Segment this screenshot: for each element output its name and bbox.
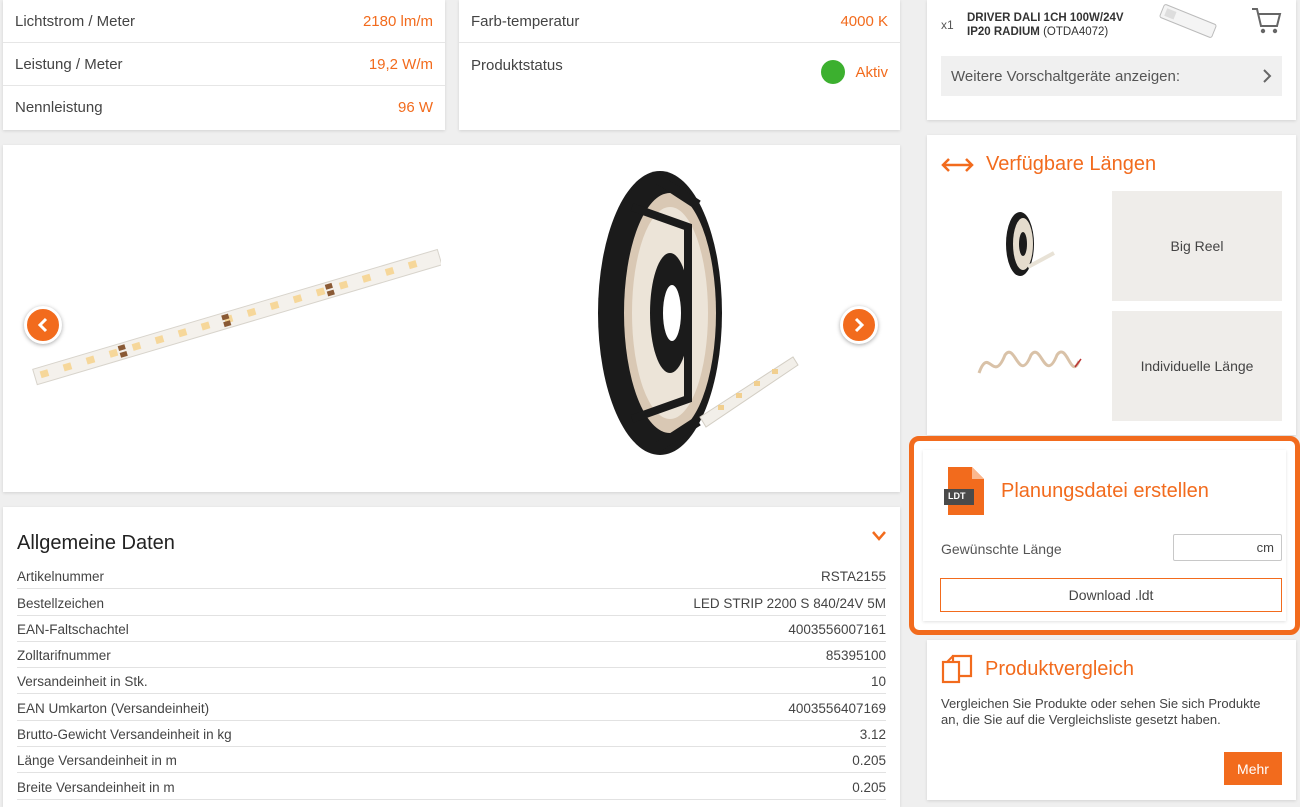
driver-qty: x1 bbox=[941, 18, 954, 32]
table-row: Versandeinheit in Stk. 10 bbox=[17, 668, 886, 695]
spec-value: 19,2 W/m bbox=[368, 55, 433, 73]
planning-file-highlight: LDT Planungsdatei erstellen Gewünschte L… bbox=[909, 436, 1300, 635]
row-value: 3.12 bbox=[859, 727, 886, 743]
spec-row-product-status: Produktstatus Aktiv bbox=[459, 43, 900, 95]
product-compare-text: Vergleichen Sie Produkte oder sehen Sie … bbox=[941, 696, 1261, 727]
ldt-file-badge: LDT bbox=[948, 491, 966, 501]
row-value: 0.205 bbox=[852, 753, 886, 769]
spec-row-luminous-flux: Lichtstrom / Meter 2180 lm/m bbox=[3, 0, 445, 43]
gallery-next-button[interactable] bbox=[840, 306, 878, 344]
row-value: 4003556407169 bbox=[788, 700, 886, 716]
status-value: Aktiv bbox=[855, 63, 888, 81]
row-label: Bestellzeichen bbox=[17, 595, 105, 611]
planning-file-card: LDT Planungsdatei erstellen Gewünschte L… bbox=[923, 450, 1286, 621]
chevron-down-icon bbox=[872, 531, 886, 541]
chevron-left-icon bbox=[37, 317, 48, 333]
row-value: 0.205 bbox=[852, 779, 886, 795]
row-label: Länge Versandeinheit in m bbox=[17, 753, 177, 769]
general-data-title: Allgemeine Daten bbox=[17, 532, 175, 554]
driver-item[interactable]: x1 DRIVER DALI 1CH 100W/24V IP20 RADIUM … bbox=[941, 4, 1282, 42]
available-lengths-header: Verfügbare Längen bbox=[941, 153, 1156, 176]
spec-value: 96 W bbox=[397, 99, 433, 116]
row-value: 10 bbox=[870, 674, 886, 690]
row-label: Breite Versandeinheit in m bbox=[17, 779, 175, 795]
chevron-right-icon bbox=[854, 317, 865, 333]
driver-code: (OTDA4072) bbox=[1043, 26, 1109, 38]
row-label: EAN Umkarton (Versandeinheit) bbox=[17, 700, 210, 716]
desired-length-input[interactable]: cm bbox=[1173, 534, 1282, 561]
table-row: Bestellzeichen LED STRIP 2200 S 840/24V 5… bbox=[17, 589, 886, 616]
spec-label: Produktstatus bbox=[471, 57, 563, 74]
spec-label: Leistung / Meter bbox=[15, 55, 123, 73]
spec-label: Farb-temperatur bbox=[471, 12, 580, 30]
spec-row-nominal-power: Nennleistung 96 W bbox=[3, 86, 445, 129]
spec-value: 2180 lm/m bbox=[362, 12, 433, 30]
led-reel-image bbox=[598, 171, 799, 455]
spec-value: 4000 K bbox=[840, 12, 888, 30]
driver-name-line2: IP20 RADIUM bbox=[967, 26, 1040, 38]
table-row: Zolltarifnummer 85395100 bbox=[17, 642, 886, 669]
table-row: Länge Versandeinheit in m 0.205 bbox=[17, 747, 886, 774]
compare-more-button[interactable]: Mehr bbox=[1224, 752, 1282, 785]
download-ldt-button[interactable]: Download .ldt bbox=[940, 578, 1282, 612]
available-lengths-title: Verfügbare Längen bbox=[986, 153, 1157, 175]
row-label: Versandeinheit in Stk. bbox=[17, 674, 148, 690]
spec-card-left: Lichtstrom / Meter 2180 lm/m Leistung / … bbox=[3, 0, 445, 130]
collapse-toggle[interactable] bbox=[872, 529, 886, 547]
row-value: RSTA2155 bbox=[820, 569, 886, 585]
spec-row-power-per-meter: Leistung / Meter 19,2 W/m bbox=[3, 43, 445, 86]
row-label: Brutto-Gewicht Versandeinheit in kg bbox=[17, 727, 232, 743]
general-data-table: Artikelnummer RSTA2155 Bestellzeichen LED … bbox=[17, 563, 886, 800]
table-row: Artikelnummer RSTA2155 bbox=[17, 563, 886, 590]
desired-length-label: Gewünschte Länge bbox=[941, 541, 1062, 557]
length-option-big-reel[interactable]: Big Reel bbox=[1112, 191, 1282, 301]
general-data-section: Allgemeine Daten Artikelnummer RSTA2155 B… bbox=[3, 507, 900, 807]
spec-card-right: Farb-temperatur 4000 K Produktstatus Akt… bbox=[459, 0, 900, 130]
table-row: Brutto-Gewicht Versandeinheit in kg 3.12 bbox=[17, 721, 886, 748]
driver-product-image bbox=[1159, 4, 1217, 38]
table-row: EAN Umkarton (Versandeinheit) 40035564071… bbox=[17, 694, 886, 721]
length-unit: cm bbox=[1256, 540, 1274, 555]
driver-name: DRIVER DALI 1CH 100W/24V IP20 RADIUM (OT… bbox=[967, 11, 1124, 39]
individual-length-thumbnail[interactable] bbox=[975, 345, 1085, 385]
chevron-right-icon bbox=[1263, 69, 1272, 83]
driver-name-line1: DRIVER DALI 1CH 100W/24V bbox=[967, 12, 1124, 24]
led-strip-image bbox=[32, 248, 441, 386]
product-gallery bbox=[3, 145, 900, 492]
row-value: LED STRIP 2200 S 840/24V 5M bbox=[693, 595, 886, 611]
length-option-individual[interactable]: Individuelle Länge bbox=[1112, 311, 1282, 421]
row-value: 4003556007161 bbox=[788, 621, 886, 637]
row-value: 85395100 bbox=[825, 648, 886, 664]
spec-label: Nennleistung bbox=[15, 99, 103, 116]
double-arrow-icon bbox=[941, 157, 974, 172]
row-label: EAN-Faltschachtel bbox=[17, 621, 129, 637]
more-drivers-label: Weitere Vorschaltgeräte anzeigen: bbox=[951, 67, 1181, 85]
product-compare-card: Produktvergleich Vergleichen Sie Produkt… bbox=[927, 640, 1296, 800]
gallery-prev-button[interactable] bbox=[24, 306, 62, 344]
row-label: Zolltarifnummer bbox=[17, 648, 111, 664]
planning-file-title: Planungsdatei erstellen bbox=[1001, 480, 1209, 502]
big-reel-thumbnail[interactable] bbox=[1002, 209, 1058, 279]
available-lengths-card: Verfügbare Längen Big Reel Individuelle … bbox=[927, 135, 1296, 435]
table-row: EAN-Faltschachtel 4003556007161 bbox=[17, 616, 886, 642]
row-label: Artikelnummer bbox=[17, 569, 105, 585]
ldt-file-icon: LDT bbox=[944, 467, 986, 515]
compare-icon bbox=[941, 654, 973, 684]
status-active-dot-icon bbox=[821, 60, 846, 84]
spec-label: Lichtstrom / Meter bbox=[15, 12, 136, 30]
product-compare-header: Produktvergleich bbox=[941, 654, 1134, 684]
more-drivers-button[interactable]: Weitere Vorschaltgeräte anzeigen: bbox=[941, 56, 1282, 96]
product-status: Aktiv bbox=[821, 60, 888, 84]
product-compare-title: Produktvergleich bbox=[985, 657, 1134, 680]
spec-row-color-temp: Farb-temperatur 4000 K bbox=[459, 0, 900, 43]
cart-icon[interactable] bbox=[1250, 6, 1282, 36]
driver-card: x1 DRIVER DALI 1CH 100W/24V IP20 RADIUM … bbox=[927, 0, 1296, 120]
